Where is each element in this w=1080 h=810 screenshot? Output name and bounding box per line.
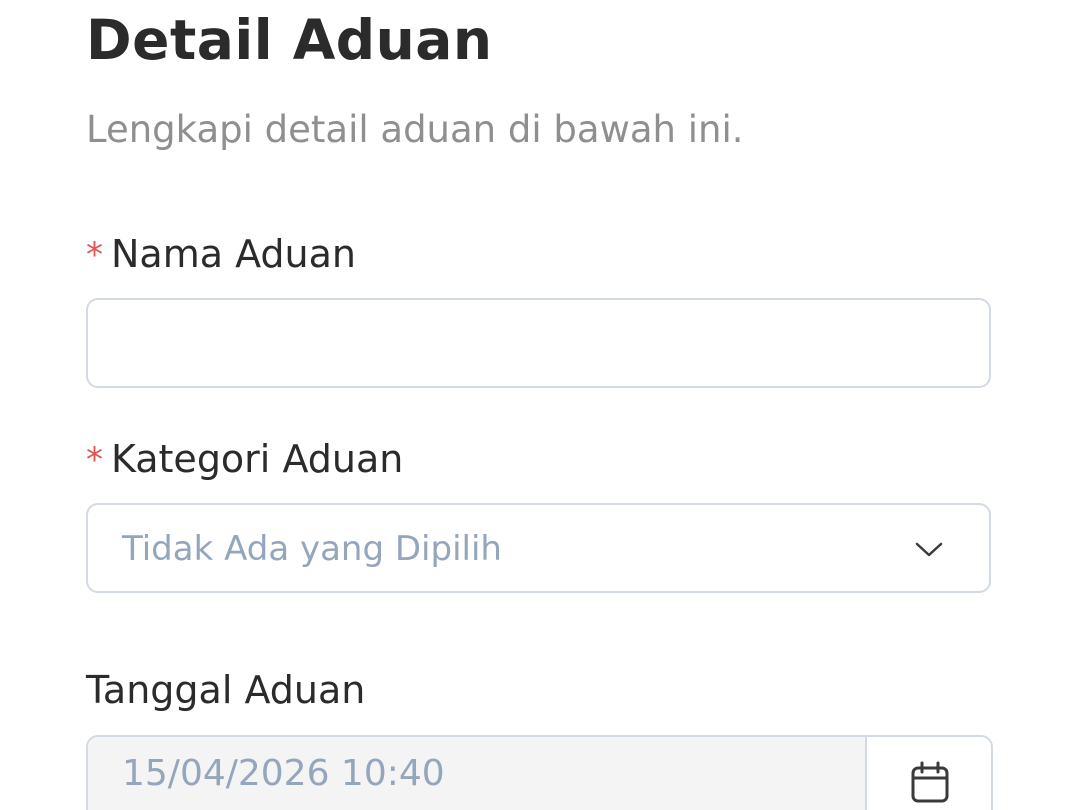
nama-aduan-label-text: Nama Aduan [111, 232, 356, 276]
nama-aduan-field[interactable] [86, 298, 991, 388]
kategori-aduan-selected-value: Tidak Ada yang Dipilih [122, 529, 502, 569]
calendar-icon [911, 761, 949, 803]
tanggal-aduan-input[interactable]: 15/04/2026 10:40 [88, 737, 867, 810]
complaint-detail-form: Detail Aduan Lengkapi detail aduan di ba… [0, 0, 1080, 810]
nama-aduan-label: * Nama Aduan [86, 232, 356, 276]
tanggal-aduan-value: 15/04/2026 10:40 [122, 753, 445, 794]
page-subtitle: Lengkapi detail aduan di bawah ini. [86, 108, 744, 151]
page-title: Detail Aduan [86, 8, 493, 72]
kategori-aduan-label-text: Kategori Aduan [111, 437, 404, 481]
calendar-button[interactable] [867, 737, 991, 810]
tanggal-aduan-label: Tanggal Aduan [86, 668, 366, 712]
required-marker: * [86, 440, 103, 480]
required-marker: * [86, 235, 103, 275]
kategori-aduan-select[interactable]: Tidak Ada yang Dipilih [86, 503, 991, 593]
nama-aduan-input[interactable] [88, 300, 989, 386]
kategori-aduan-label: * Kategori Aduan [86, 437, 403, 481]
chevron-down-icon [913, 535, 945, 561]
tanggal-aduan-field: 15/04/2026 10:40 [86, 735, 993, 810]
